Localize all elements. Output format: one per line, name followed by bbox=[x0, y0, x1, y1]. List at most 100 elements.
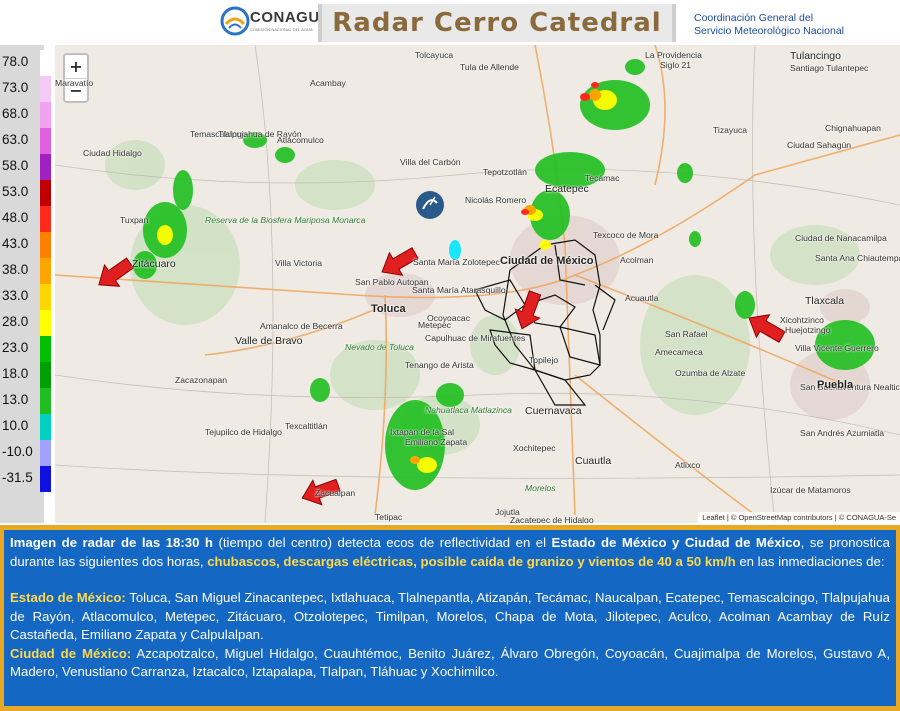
place-label: Capulhuac de Mirafuentes bbox=[425, 333, 526, 343]
bulletin-spacer bbox=[10, 571, 890, 589]
bulletin-text-1: (tiempo del centro) detecta ecos de refl… bbox=[212, 535, 552, 550]
scale-label: 33.0 bbox=[2, 288, 29, 303]
place-label: Zitácuaro bbox=[132, 258, 176, 270]
place-label: Ciudad de Nanacamilpa bbox=[795, 233, 887, 243]
bulletin-box: Imagen de radar de las 18:30 h (tiempo d… bbox=[4, 530, 896, 706]
scale-row: 53.0 bbox=[0, 180, 51, 206]
place-label: Siglo 21 bbox=[660, 60, 692, 70]
organization-name: Coordinación General del Servicio Meteor… bbox=[694, 12, 844, 38]
scale-label: 38.0 bbox=[2, 262, 29, 277]
org-line-2: Servicio Meteorológico Nacional bbox=[694, 25, 844, 37]
scale-row: -31.5 bbox=[0, 466, 51, 492]
scale-swatch bbox=[40, 414, 51, 440]
place-label: Tejupilco de Hidalgo bbox=[205, 427, 282, 437]
place-label: Amanalco de Becerra bbox=[260, 321, 343, 331]
place-label: Chignahuapan bbox=[825, 123, 881, 133]
place-label: Tepotzotlán bbox=[483, 167, 527, 177]
scale-label: 48.0 bbox=[2, 210, 29, 225]
place-label: Reserva de la Biosfera Mariposa Monarca bbox=[205, 215, 366, 225]
place-label: Texcaltitlán bbox=[285, 421, 328, 431]
scale-swatch bbox=[40, 50, 51, 76]
place-label: Puebla bbox=[817, 379, 854, 391]
scale-swatch bbox=[40, 258, 51, 284]
place-label: Ixtapan de la Sal bbox=[390, 427, 455, 437]
edomex-label: Estado de México: bbox=[10, 590, 126, 605]
place-label: Atlacomulco bbox=[277, 135, 324, 145]
radar-echoes bbox=[133, 59, 875, 490]
scale-label: 73.0 bbox=[2, 80, 29, 95]
place-label: Atlixco bbox=[675, 460, 701, 470]
place-label: Cuautla bbox=[575, 455, 612, 467]
place-label: Ocoyoacac bbox=[427, 313, 470, 323]
scale-swatch bbox=[40, 180, 51, 206]
scale-swatch bbox=[40, 284, 51, 310]
place-label: Emiliano Zapata bbox=[405, 437, 468, 447]
place-label: Texcoco de Mora bbox=[593, 230, 659, 240]
conagua-logo-icon bbox=[220, 6, 250, 36]
scale-row: 28.0 bbox=[0, 310, 51, 336]
scale-swatch bbox=[40, 206, 51, 232]
cdmx-list: Azcapotzalco, Miguel Hidalgo, Cuauhtémoc… bbox=[10, 645, 890, 680]
place-label: Izúcar de Matamoros bbox=[770, 485, 851, 495]
scale-label: 63.0 bbox=[2, 132, 29, 147]
radar-site-icon bbox=[416, 191, 444, 219]
place-label: Zacazonapan bbox=[175, 375, 228, 385]
place-label: Ozumba de Alzate bbox=[675, 368, 746, 378]
scale-swatch bbox=[40, 232, 51, 258]
scale-swatch bbox=[40, 440, 51, 466]
bulletin-intro: Imagen de radar de las 18:30 h (tiempo d… bbox=[10, 534, 890, 571]
place-label: Acolman bbox=[620, 255, 654, 265]
scale-swatch bbox=[40, 102, 51, 128]
map-canvas bbox=[55, 45, 900, 523]
place-label: Tlaxcala bbox=[805, 295, 845, 307]
bulletin-text-3: en las inmediaciones de: bbox=[735, 553, 885, 569]
scale-row: 10.0 bbox=[0, 414, 51, 440]
place-label: Morelos bbox=[525, 483, 556, 493]
scale-row: 63.0 bbox=[0, 128, 51, 154]
scale-label: 43.0 bbox=[2, 236, 29, 251]
place-label: Santa María Atarasquillo bbox=[412, 285, 506, 295]
scale-swatch bbox=[40, 388, 51, 414]
place-label: Ciudad de México bbox=[500, 255, 594, 267]
header-bar: CONAGUA COMISIÓN NACIONAL DEL AGUA Radar… bbox=[0, 0, 900, 45]
place-label: Tizayuca bbox=[713, 125, 748, 135]
map-attribution[interactable]: Leaflet | © OpenStreetMap contributors |… bbox=[698, 512, 900, 523]
scale-row: 58.0 bbox=[0, 154, 51, 180]
scale-swatch bbox=[40, 336, 51, 362]
bulletin-regions: Estado de México y Ciudad de México bbox=[551, 535, 801, 550]
scale-label: 13.0 bbox=[2, 392, 29, 407]
place-label: Tolcayuca bbox=[415, 50, 454, 60]
place-label: Huejotzingo bbox=[785, 325, 831, 335]
bulletin-cdmx: Ciudad de México: Azcapotzalco, Miguel H… bbox=[10, 645, 890, 682]
bulletin-hazards: chubascos, descargas eléctricas, posible… bbox=[207, 553, 736, 569]
place-label: Amecameca bbox=[655, 347, 703, 357]
scale-row: 33.0 bbox=[0, 284, 51, 310]
place-label: Valle de Bravo bbox=[235, 335, 303, 347]
title-box: Radar Cerro Catedral bbox=[318, 4, 676, 42]
scale-label: 18.0 bbox=[2, 366, 29, 381]
place-label: Tulancingo bbox=[790, 50, 841, 62]
scale-label: 58.0 bbox=[2, 158, 29, 173]
radar-map[interactable]: + − Tolcayuca Tula de Allende La Providenc… bbox=[55, 45, 900, 523]
scale-label: 28.0 bbox=[2, 314, 29, 329]
cdmx-label: Ciudad de México: bbox=[10, 645, 132, 661]
place-label: Nicolás Romero bbox=[465, 195, 527, 205]
place-label: Nahuatlaca Matlazinca bbox=[425, 405, 512, 415]
place-label: Acambay bbox=[310, 78, 346, 88]
scale-row: -10.0 bbox=[0, 440, 51, 466]
place-label: Zacualpan bbox=[315, 488, 356, 498]
place-label: Zacatepec de Hidalgo bbox=[510, 515, 594, 523]
scale-row: 23.0 bbox=[0, 336, 51, 362]
bulletin-edomex: Estado de México: Toluca, San Miguel Zin… bbox=[10, 589, 890, 645]
place-label: Nevado de Toluca bbox=[345, 342, 414, 352]
scale-row: 73.0 bbox=[0, 76, 51, 102]
place-label: Tula de Allende bbox=[460, 62, 519, 72]
place-label: San Rafael bbox=[665, 329, 708, 339]
place-label: Villa Victoria bbox=[275, 258, 322, 268]
zoom-in-button[interactable]: + bbox=[65, 55, 87, 78]
scale-row: 43.0 bbox=[0, 232, 51, 258]
edomex-list: Toluca, San Miguel Zinacantepec, Ixtlahu… bbox=[10, 590, 890, 642]
place-label: Acuautla bbox=[625, 293, 659, 303]
scale-swatch bbox=[40, 362, 51, 388]
scale-label: 68.0 bbox=[2, 106, 29, 121]
